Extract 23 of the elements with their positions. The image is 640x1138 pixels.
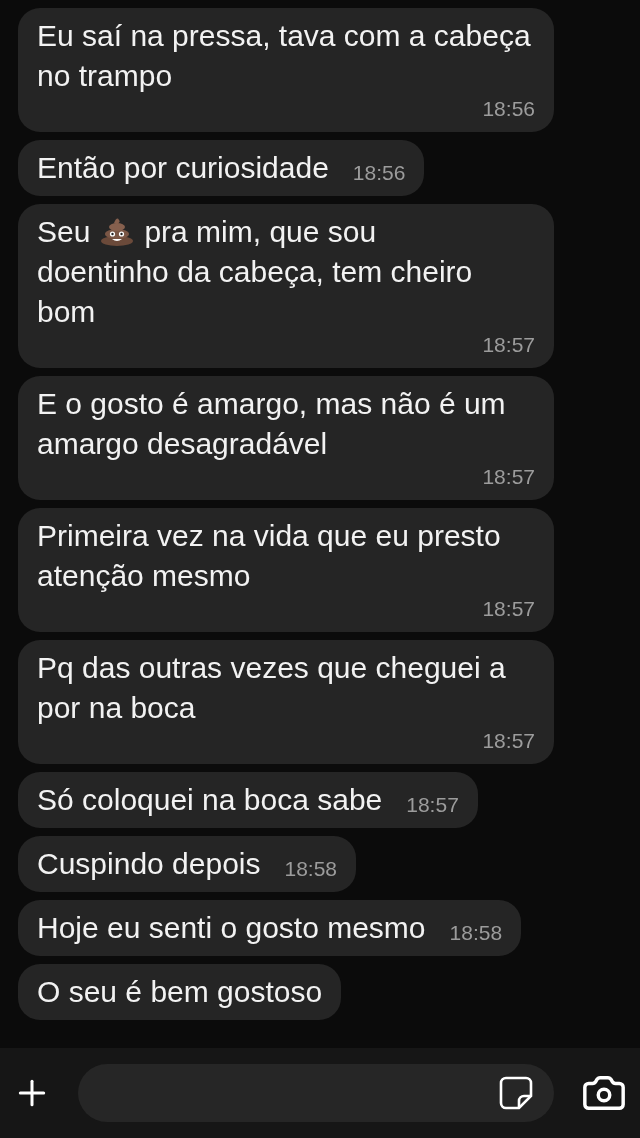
message-text: Primeira vez na vida que eu presto atenção mesmo <box>37 518 502 594</box>
message-text: Hoje eu senti o gosto mesmo <box>37 910 426 946</box>
message-text: Eu saí na pressa, tava com a cabeça no trampo <box>37 18 532 94</box>
message-text: Só coloquei na boca sabe <box>37 782 383 818</box>
message-time: 18:58 <box>284 856 338 882</box>
message-time: 18:57 <box>406 792 459 818</box>
message-text: Seu <box>37 214 91 250</box>
message-text: Cuspindo depois <box>37 846 261 882</box>
message-text: O seu é bem gostoso <box>37 974 323 1010</box>
message-time: 18:56 <box>352 160 406 186</box>
message-text: pra mim, que sou <box>144 214 377 250</box>
message-text: doentinho da cabeça, tem cheiro bom <box>37 254 474 330</box>
message-time: 18:57 <box>482 332 535 358</box>
message-text: Então por curiosidade <box>37 150 329 186</box>
poop-emoji-icon <box>100 216 135 246</box>
message-time: 18:56 <box>482 96 535 122</box>
message-time: 18:57 <box>482 596 535 622</box>
message-text: Pq das outras vezes que cheguei a por na boca <box>37 650 507 726</box>
message-time: 18:57 <box>482 464 535 490</box>
message-time: 18:57 <box>482 728 535 754</box>
message-text: E o gosto é amargo, mas não é um amargo desagradável <box>37 386 507 462</box>
sticker-icon[interactable] <box>498 1075 534 1111</box>
message-time: 18:58 <box>449 920 503 946</box>
